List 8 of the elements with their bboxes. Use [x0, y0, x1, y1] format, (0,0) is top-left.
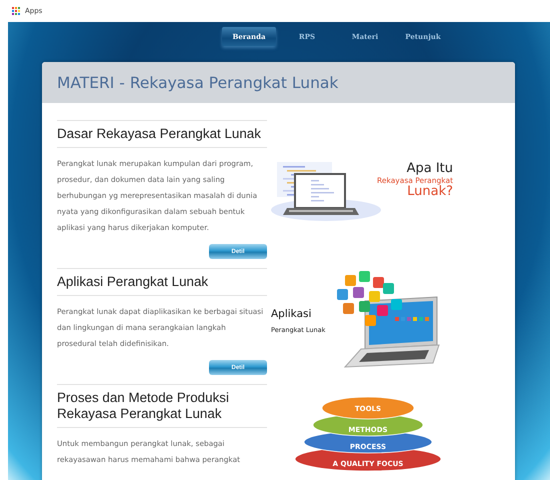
image-caption: Apa Itu: [406, 162, 454, 176]
apps-grid-icon: [12, 6, 21, 16]
article-title: Proses dan Metode Produksi Rekayasa Perangkat Lunak: [57, 384, 267, 428]
article-title: Aplikasi Perangkat Lunak: [57, 268, 267, 296]
image-caption: Lunak?: [407, 185, 454, 199]
page-title: MATERI - Rekayasa Perangkat Lunak: [57, 74, 338, 92]
image-caption: Aplikasi: [271, 308, 312, 320]
article-title: Dasar Rekayasa Perangkat Lunak: [57, 120, 267, 148]
